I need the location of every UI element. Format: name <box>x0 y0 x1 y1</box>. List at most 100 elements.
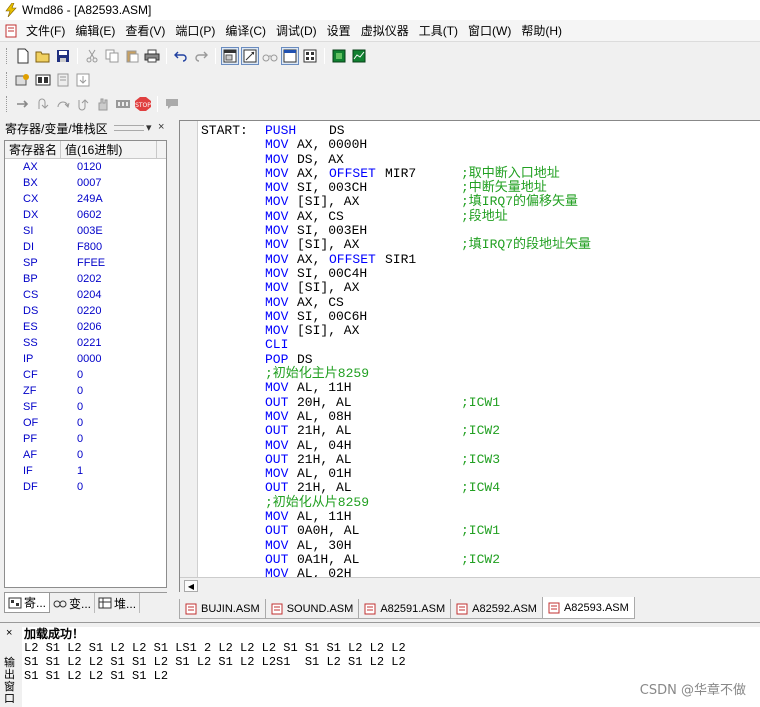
column-register-name[interactable]: 寄存器名 <box>5 141 61 158</box>
file-tab[interactable]: A82592.ASM <box>450 599 543 619</box>
code-operands: SI, 003EH <box>297 223 368 239</box>
menu-virtual-instruments[interactable]: 虚拟仪器 <box>356 21 414 41</box>
save-icon[interactable] <box>54 47 72 65</box>
print-icon[interactable] <box>143 47 161 65</box>
monitor-icon[interactable] <box>350 47 368 65</box>
undo-icon[interactable] <box>172 47 190 65</box>
file-tab[interactable]: A82591.ASM <box>358 599 452 619</box>
compile-icon[interactable] <box>14 71 32 89</box>
toolbar-grip[interactable] <box>6 72 9 88</box>
window-view-icon[interactable] <box>221 47 239 65</box>
tab-registers[interactable]: 寄... <box>4 593 51 613</box>
load-icon[interactable] <box>54 71 72 89</box>
column-hex-value[interactable]: 值(16进制) <box>61 141 157 158</box>
register-name: AF <box>23 449 38 461</box>
menu-port[interactable]: 端口(P) <box>170 21 220 41</box>
file-tab[interactable]: A82593.ASM <box>541 597 635 619</box>
open-folder-icon[interactable] <box>34 47 52 65</box>
register-row[interactable]: CX 249A <box>5 191 166 207</box>
register-row[interactable]: IF 1 <box>5 463 166 479</box>
register-panel-header: 寄存器/变量/堆栈区 ▾ × <box>0 118 172 138</box>
code-instruction: MOV <box>265 323 289 339</box>
register-row[interactable]: SF 0 <box>5 399 166 415</box>
code-line: MOV [SI], AX <box>201 323 760 339</box>
tab-variables[interactable]: 变... <box>50 593 96 613</box>
register-row[interactable]: DX 0602 <box>5 207 166 223</box>
scroll-left-icon[interactable]: ◀ <box>184 580 198 592</box>
register-name: DS <box>23 305 39 317</box>
register-row[interactable]: DS 0220 <box>5 303 166 319</box>
register-row[interactable]: ZF 0 <box>5 383 166 399</box>
new-file-icon[interactable] <box>14 47 32 65</box>
register-value: 0 <box>77 401 84 413</box>
menu-edit[interactable]: 编辑(E) <box>70 21 120 41</box>
stop-icon[interactable]: STOP <box>134 95 152 113</box>
step-over-icon[interactable] <box>54 95 72 113</box>
step-out-icon[interactable] <box>74 95 92 113</box>
register-row[interactable]: DI F800 <box>5 239 166 255</box>
toolbar-grip[interactable] <box>6 96 9 112</box>
tab-stack[interactable]: 堆... <box>95 593 141 613</box>
menu-view[interactable]: 查看(V) <box>120 21 170 41</box>
register-value: 0221 <box>77 337 102 349</box>
panel-pin-icon[interactable]: ▾ <box>146 121 152 134</box>
build-all-icon[interactable] <box>34 71 52 89</box>
code-operands: MIR7 <box>385 165 417 181</box>
horizontal-scrollbar[interactable]: ◀ <box>180 577 760 593</box>
code-line: MOV AX, OFFSET MIR7 ;取中断入口地址 <box>201 165 760 181</box>
menu-window[interactable]: 窗口(W) <box>463 21 516 41</box>
output-close-icon[interactable]: × <box>6 627 12 639</box>
redo-icon[interactable] <box>192 47 210 65</box>
register-row[interactable]: IP 0000 <box>5 351 166 367</box>
file-tab[interactable]: SOUND.ASM <box>264 599 360 619</box>
register-view-icon[interactable] <box>281 47 299 65</box>
menu-tools[interactable]: 工具(T) <box>414 21 463 41</box>
panel-grip[interactable] <box>113 125 144 131</box>
binocular-icon[interactable] <box>261 47 279 65</box>
download-icon[interactable] <box>74 71 92 89</box>
register-row[interactable]: BP 0202 <box>5 271 166 287</box>
register-row[interactable]: SI 003E <box>5 223 166 239</box>
register-row[interactable]: ES 0206 <box>5 319 166 335</box>
cut-icon[interactable] <box>83 47 101 65</box>
code-area[interactable]: START: PUSH DS MOV AX, 0000H MOV DS, AX MOV AX, O… <box>201 124 760 577</box>
code-line: MOV AL, 11H <box>201 381 760 396</box>
paste-icon[interactable] <box>123 47 141 65</box>
comment-icon[interactable] <box>163 95 181 113</box>
memory-icon[interactable] <box>114 95 132 113</box>
file-tab-label: A82593.ASM <box>563 601 629 614</box>
memory-view-icon[interactable] <box>301 47 319 65</box>
menu-settings[interactable]: 设置 <box>322 21 356 41</box>
output-window-icon[interactable] <box>241 47 259 65</box>
file-tab[interactable]: BUJIN.ASM <box>179 599 266 619</box>
hand-icon[interactable] <box>94 95 112 113</box>
register-value: 0220 <box>77 305 102 317</box>
register-row[interactable]: AX 0120 <box>5 159 166 175</box>
register-row[interactable]: SS 0221 <box>5 335 166 351</box>
register-row[interactable]: OF 0 <box>5 415 166 431</box>
editor-gutter[interactable] <box>180 121 198 577</box>
document-icon[interactable] <box>4 24 18 38</box>
code-operands: AL, 08H <box>297 408 352 424</box>
menu-debug[interactable]: 调试(D) <box>271 21 322 41</box>
copy-icon[interactable] <box>103 47 121 65</box>
step-into-icon[interactable] <box>34 95 52 113</box>
panel-close-icon[interactable]: × <box>158 121 164 133</box>
code-editor[interactable]: START: PUSH DS MOV AX, 0000H MOV DS, AX MOV AX, O… <box>179 120 760 593</box>
register-value: 0204 <box>77 289 102 301</box>
register-row[interactable]: PF 0 <box>5 431 166 447</box>
register-row[interactable]: CS 0204 <box>5 287 166 303</box>
run-arrow-icon[interactable] <box>14 95 32 113</box>
register-row[interactable]: DF 0 <box>5 479 166 495</box>
menu-file[interactable]: 文件(F) <box>21 21 70 41</box>
menu-compile[interactable]: 编译(C) <box>220 21 271 41</box>
code-comment: ;填IRQ7的段地址矢量 <box>461 237 592 253</box>
register-row[interactable]: BX 0007 <box>5 175 166 191</box>
register-row[interactable]: AF 0 <box>5 447 166 463</box>
toolbar-grip[interactable] <box>6 48 9 64</box>
register-row[interactable]: CF 0 <box>5 367 166 383</box>
menu-help[interactable]: 帮助(H) <box>516 21 567 41</box>
chip-icon[interactable] <box>330 47 348 65</box>
register-value: F800 <box>77 241 103 253</box>
register-row[interactable]: SP FFEE <box>5 255 166 271</box>
